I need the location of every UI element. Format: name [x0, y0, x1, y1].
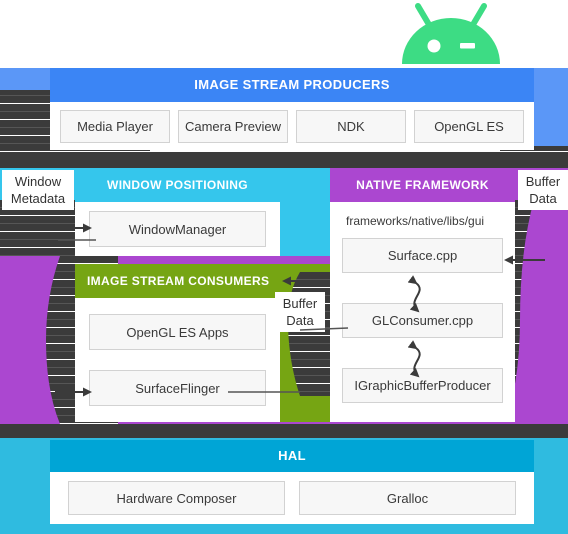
- producer-item-opengl-es[interactable]: OpenGL ES: [414, 109, 524, 143]
- hal-item-hardware-composer[interactable]: Hardware Composer: [68, 481, 285, 515]
- producers-header: IMAGE STREAM PRODUCERS: [50, 68, 534, 102]
- label-buffer-data-right-line2: Data: [529, 191, 557, 206]
- consumer-item-surfaceflinger[interactable]: SurfaceFlinger: [89, 370, 266, 406]
- label-window-metadata: Window Metadata: [2, 170, 74, 210]
- connector-strip-upper: [0, 152, 568, 168]
- hal-item-gralloc[interactable]: Gralloc: [299, 481, 516, 515]
- hal-header: HAL: [50, 440, 534, 472]
- android-robot-logo: [396, 2, 506, 64]
- native-framework-item-surface-cpp[interactable]: Surface.cpp: [342, 238, 503, 273]
- android-head: [402, 18, 500, 64]
- consumer-item-opengl-es-apps[interactable]: OpenGL ES Apps: [89, 314, 266, 350]
- window-positioning-item-windowmanager[interactable]: WindowManager: [89, 211, 266, 247]
- producer-item-media-player[interactable]: Media Player: [60, 109, 170, 143]
- label-buffer-data-center: Buffer Data: [275, 292, 325, 332]
- producer-item-ndk[interactable]: NDK: [296, 109, 406, 143]
- label-buffer-data-right-line1: Buffer: [525, 174, 561, 189]
- label-buffer-data-center-line1: Buffer: [282, 296, 318, 311]
- android-graphics-architecture-diagram: IMAGE STREAM PRODUCERS Media Player Came…: [0, 0, 568, 534]
- android-eye-right: [460, 43, 475, 49]
- label-window-metadata-line1: Window: [14, 174, 62, 189]
- card-image-stream-producers: IMAGE STREAM PRODUCERS Media Player Came…: [50, 68, 534, 150]
- band-hal-dark-top: [0, 424, 568, 438]
- label-window-metadata-line2: Metadata: [10, 191, 66, 206]
- native-framework-item-glconsumer-cpp[interactable]: GLConsumer.cpp: [342, 303, 503, 338]
- native-framework-item-igraphicbufferproducer[interactable]: IGraphicBufferProducer: [342, 368, 503, 403]
- native-framework-path: frameworks/native/libs/gui: [346, 214, 485, 228]
- card-native-framework: NATIVE FRAMEWORK frameworks/native/libs/…: [330, 168, 515, 422]
- card-image-stream-consumers: IMAGE STREAM CONSUMERS OpenGL ES Apps Su…: [75, 264, 280, 422]
- card-hal: HAL Hardware Composer Gralloc: [50, 440, 534, 524]
- window-positioning-header: WINDOW POSITIONING: [75, 168, 280, 202]
- label-buffer-data-center-line2: Data: [286, 313, 314, 328]
- label-buffer-data-right: Buffer Data: [518, 170, 568, 210]
- connector-pipe-mid-right: [506, 200, 568, 426]
- consumers-header: IMAGE STREAM CONSUMERS: [75, 264, 280, 298]
- producer-item-camera-preview[interactable]: Camera Preview: [178, 109, 288, 143]
- android-eye-left: [427, 39, 441, 53]
- card-window-positioning: WINDOW POSITIONING WindowManager: [75, 168, 280, 256]
- native-framework-header: NATIVE FRAMEWORK: [330, 168, 515, 202]
